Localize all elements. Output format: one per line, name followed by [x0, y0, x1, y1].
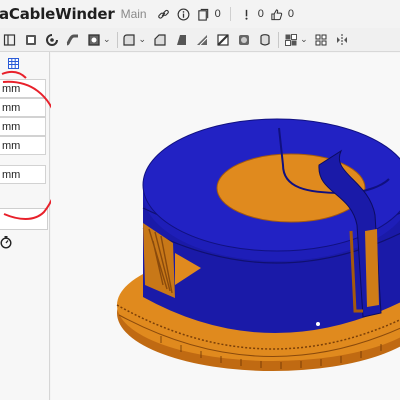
split-icon[interactable]	[283, 32, 298, 47]
unit-label: mm	[2, 168, 21, 181]
shell-icon[interactable]	[194, 32, 209, 47]
followers-count: 0	[257, 8, 264, 20]
versions-count: 0	[214, 8, 221, 20]
sweep-icon[interactable]	[65, 32, 80, 47]
hole-icon[interactable]	[215, 32, 230, 47]
unit-label: mm	[2, 139, 21, 152]
chevron-down-icon[interactable]: ⌄	[103, 34, 111, 45]
fillet-icon[interactable]	[122, 32, 137, 47]
feature-toolbar: ⌄ ⌄ ⌄	[0, 28, 400, 52]
parameter-field[interactable]: mm	[0, 79, 46, 98]
loft-icon[interactable]	[86, 32, 101, 47]
chamfer-icon[interactable]	[152, 32, 167, 47]
title-bar: aCableWinder Main 0 0 0	[0, 0, 400, 28]
draft-icon[interactable]	[173, 32, 188, 47]
parameter-field[interactable]: mm	[0, 165, 46, 184]
document-title[interactable]: aCableWinder	[0, 5, 115, 23]
mirror-icon[interactable]	[335, 32, 350, 47]
meta-divider	[229, 7, 231, 21]
revolve-icon[interactable]	[44, 32, 59, 47]
unit-label: mm	[2, 82, 21, 95]
text-input[interactable]	[0, 208, 48, 230]
chevron-down-icon[interactable]: ⌄	[139, 34, 147, 45]
graphics-viewport[interactable]	[51, 53, 400, 400]
pattern-icon[interactable]	[314, 32, 329, 47]
toolbar-divider	[278, 31, 280, 48]
boolean-icon[interactable]	[257, 32, 272, 47]
chevron-down-icon[interactable]: ⌄	[300, 34, 308, 45]
cable-winder-model[interactable]	[51, 53, 400, 400]
followers-icon[interactable]	[240, 7, 254, 21]
thicken-icon[interactable]	[236, 32, 251, 47]
app-window: aCableWinder Main 0 0 0 ⌄ ⌄ ⌄ mm mm mm m…	[0, 0, 400, 400]
parameters-panel: mm mm mm mm mm	[0, 52, 50, 400]
parameter-field[interactable]: mm	[0, 117, 46, 136]
parameter-field[interactable]: mm	[0, 136, 46, 155]
info-icon[interactable]	[177, 7, 191, 21]
parameter-field[interactable]: mm	[0, 98, 46, 117]
toolbar-divider	[116, 31, 118, 48]
unit-label: mm	[2, 120, 21, 133]
branch-label[interactable]: Main	[121, 7, 147, 21]
document-meta: 0 0 0	[157, 7, 294, 21]
likes-count: 0	[287, 8, 294, 20]
extrude-icon[interactable]	[23, 32, 38, 47]
variable-table-icon[interactable]	[8, 56, 19, 69]
unit-label: mm	[2, 101, 21, 114]
sketch-icon[interactable]	[2, 32, 17, 47]
versions-icon[interactable]	[197, 7, 211, 21]
thumbs-up-icon[interactable]	[270, 7, 284, 21]
stopwatch-icon[interactable]	[0, 235, 14, 249]
link-icon[interactable]	[157, 7, 171, 21]
